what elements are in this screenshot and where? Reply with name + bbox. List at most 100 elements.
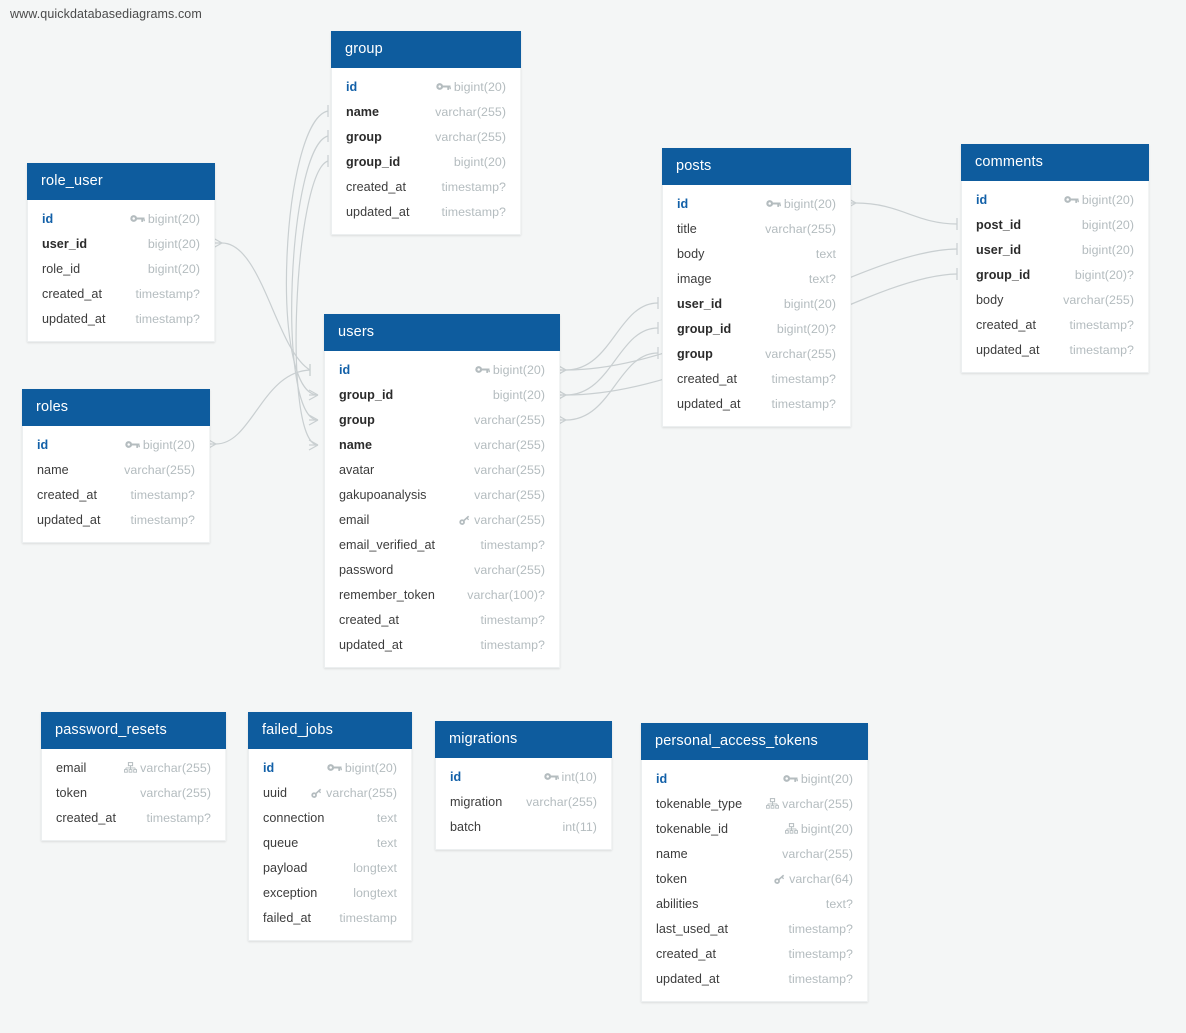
field-row[interactable]: post_id bigint(20): [962, 212, 1148, 237]
field-row[interactable]: id bigint(20): [962, 187, 1148, 212]
field-row[interactable]: created_at timestamp?: [962, 312, 1148, 337]
field-meta: bigint(20): [454, 155, 506, 169]
field-row[interactable]: updated_at timestamp?: [23, 507, 209, 532]
field-row[interactable]: updated_at timestamp?: [325, 632, 559, 657]
primary-key-icon: [436, 80, 451, 93]
field-row[interactable]: name varchar(255): [23, 457, 209, 482]
field-row[interactable]: email_verified_at timestamp?: [325, 532, 559, 557]
field-row[interactable]: group varchar(255): [663, 341, 850, 366]
table-card-users[interactable]: users id bigint(20) group_id bigint(20) group…: [324, 314, 560, 669]
table-card-role_user[interactable]: role_user id bigint(20) user_id bigint(20) ro…: [27, 163, 215, 343]
table-title-comments[interactable]: comments: [961, 144, 1149, 182]
field-row[interactable]: group varchar(255): [332, 124, 520, 149]
field-row[interactable]: connection text: [249, 805, 411, 830]
field-row[interactable]: email varchar(255): [325, 507, 559, 532]
table-title-migrations[interactable]: migrations: [435, 721, 612, 759]
table-card-group[interactable]: group id bigint(20) name varchar(255) group va…: [331, 31, 521, 236]
table-card-failed_jobs[interactable]: failed_jobs id bigint(20) uuid varchar(255) c…: [248, 712, 412, 942]
field-row[interactable]: body varchar(255): [962, 287, 1148, 312]
field-row[interactable]: failed_at timestamp: [249, 905, 411, 930]
field-row[interactable]: queue text: [249, 830, 411, 855]
table-title-role_user[interactable]: role_user: [27, 163, 215, 201]
field-row[interactable]: updated_at timestamp?: [642, 966, 867, 991]
field-row[interactable]: id bigint(20): [28, 206, 214, 231]
field-row[interactable]: password varchar(255): [325, 557, 559, 582]
table-title-group[interactable]: group: [331, 31, 521, 69]
table-card-migrations[interactable]: migrations id int(10) migration varchar(255)…: [435, 721, 612, 851]
field-row[interactable]: created_at timestamp?: [325, 607, 559, 632]
field-row[interactable]: id int(10): [436, 764, 611, 789]
field-row[interactable]: gakupoanalysis varchar(255): [325, 482, 559, 507]
field-row[interactable]: group_id bigint(20): [325, 382, 559, 407]
table-card-password_resets[interactable]: password_resets email varchar(255) token var…: [41, 712, 226, 842]
field-row[interactable]: created_at timestamp?: [332, 174, 520, 199]
field-row[interactable]: created_at timestamp?: [642, 941, 867, 966]
field-row[interactable]: name varchar(255): [332, 99, 520, 124]
field-name: id: [42, 211, 54, 226]
field-type: timestamp?: [788, 946, 853, 961]
field-name: updated_at: [346, 204, 410, 219]
unique-key-icon: [308, 786, 323, 799]
field-row[interactable]: avatar varchar(255): [325, 457, 559, 482]
field-name: name: [37, 462, 69, 477]
field-row[interactable]: id bigint(20): [642, 766, 867, 791]
field-row[interactable]: updated_at timestamp?: [28, 306, 214, 331]
field-row[interactable]: updated_at timestamp?: [962, 337, 1148, 362]
field-row[interactable]: id bigint(20): [23, 432, 209, 457]
table-title-roles[interactable]: roles: [22, 389, 210, 427]
field-row[interactable]: name varchar(255): [642, 841, 867, 866]
field-row[interactable]: updated_at timestamp?: [663, 391, 850, 416]
field-row[interactable]: user_id bigint(20): [28, 231, 214, 256]
field-row[interactable]: id bigint(20): [325, 357, 559, 382]
field-row[interactable]: token varchar(64): [642, 866, 867, 891]
field-row[interactable]: user_id bigint(20): [663, 291, 850, 316]
field-row[interactable]: name varchar(255): [325, 432, 559, 457]
field-row[interactable]: group_id bigint(20): [332, 149, 520, 174]
field-row[interactable]: exception longtext: [249, 880, 411, 905]
field-meta: bigint(20): [766, 197, 836, 211]
field-row[interactable]: migration varchar(255): [436, 789, 611, 814]
table-title-posts[interactable]: posts: [662, 148, 851, 186]
field-row[interactable]: id bigint(20): [663, 191, 850, 216]
field-row[interactable]: created_at timestamp?: [42, 805, 225, 830]
field-row[interactable]: uuid varchar(255): [249, 780, 411, 805]
field-row[interactable]: id bigint(20): [249, 755, 411, 780]
table-title-users[interactable]: users: [324, 314, 560, 352]
field-row[interactable]: last_used_at timestamp?: [642, 916, 867, 941]
field-row[interactable]: tokenable_type varchar(255): [642, 791, 867, 816]
table-card-roles[interactable]: roles id bigint(20) name varchar(255) created…: [22, 389, 210, 544]
table-title-failed_jobs[interactable]: failed_jobs: [248, 712, 412, 750]
field-row[interactable]: image text?: [663, 266, 850, 291]
field-meta: bigint(20): [784, 297, 836, 311]
table-card-comments[interactable]: comments id bigint(20) post_id bigint(20) use…: [961, 144, 1149, 374]
field-row[interactable]: updated_at timestamp?: [332, 199, 520, 224]
field-type: bigint(20): [1081, 217, 1134, 232]
field-row[interactable]: created_at timestamp?: [28, 281, 214, 306]
field-row[interactable]: group_id bigint(20)?: [962, 262, 1148, 287]
field-row[interactable]: remember_token varchar(100)?: [325, 582, 559, 607]
field-row[interactable]: user_id bigint(20): [962, 237, 1148, 262]
table-card-posts[interactable]: posts id bigint(20) title varchar(255) body te…: [662, 148, 851, 428]
field-row[interactable]: group varchar(255): [325, 407, 559, 432]
field-type: text: [376, 835, 397, 850]
table-card-personal_access_tokens[interactable]: personal_access_tokens id bigint(20) tokena…: [641, 723, 868, 1003]
field-row[interactable]: id bigint(20): [332, 74, 520, 99]
field-row[interactable]: tokenable_id bigint(20): [642, 816, 867, 841]
field-row[interactable]: created_at timestamp?: [23, 482, 209, 507]
table-title-password_resets[interactable]: password_resets: [41, 712, 226, 750]
field-row[interactable]: payload longtext: [249, 855, 411, 880]
field-row[interactable]: title varchar(255): [663, 216, 850, 241]
field-row[interactable]: abilities text?: [642, 891, 867, 916]
field-name: connection: [263, 810, 325, 825]
field-row[interactable]: created_at timestamp?: [663, 366, 850, 391]
field-name: title: [677, 221, 697, 236]
primary-key-icon: [475, 363, 490, 376]
field-row[interactable]: body text: [663, 241, 850, 266]
field-row[interactable]: email varchar(255): [42, 755, 225, 780]
field-row[interactable]: token varchar(255): [42, 780, 225, 805]
table-title-personal_access_tokens[interactable]: personal_access_tokens: [641, 723, 868, 761]
field-type: int(11): [562, 819, 597, 834]
field-row[interactable]: role_id bigint(20): [28, 256, 214, 281]
field-row[interactable]: batch int(11): [436, 814, 611, 839]
field-row[interactable]: group_id bigint(20)?: [663, 316, 850, 341]
